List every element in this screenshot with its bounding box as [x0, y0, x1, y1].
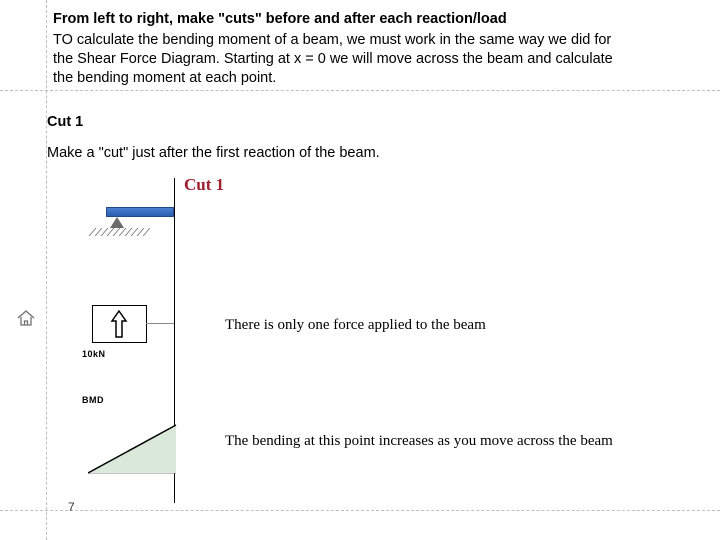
placeholder-guide-top: [0, 90, 720, 91]
bmd-label: BMD: [82, 395, 104, 405]
title-block: From left to right, make "cuts" before a…: [53, 10, 633, 87]
force-label: 10kN: [82, 349, 106, 359]
ground-hatch-icon: [88, 228, 158, 236]
shear-axis: [146, 323, 174, 324]
slide: From left to right, make "cuts" before a…: [0, 0, 720, 540]
placeholder-guide-vertical: [46, 0, 47, 540]
cut-description: Make a "cut" just after the first reacti…: [47, 145, 380, 161]
note-1: There is only one force applied to the b…: [225, 317, 625, 334]
placeholder-guide-bottom: [0, 510, 720, 511]
page-number: 7: [68, 500, 75, 514]
title-heading: From left to right, make "cuts" before a…: [53, 10, 633, 29]
bmd-plot-icon: [88, 415, 183, 495]
home-icon: [16, 309, 36, 327]
cut-label: Cut 1: [47, 114, 83, 130]
beam-support: [88, 207, 174, 229]
note-2: The bending at this point increases as y…: [225, 432, 625, 452]
title-body: TO calculate the bending moment of a bea…: [53, 31, 633, 88]
cut-title: Cut 1: [184, 175, 224, 195]
shear-force-region: 10kN: [78, 305, 183, 365]
bmd-region: BMD: [78, 395, 193, 505]
beam-icon: [106, 207, 174, 217]
arrow-up-icon: [106, 309, 132, 339]
pin-support-icon: [110, 217, 124, 228]
beam-diagram: 10kN BMD: [78, 195, 193, 510]
